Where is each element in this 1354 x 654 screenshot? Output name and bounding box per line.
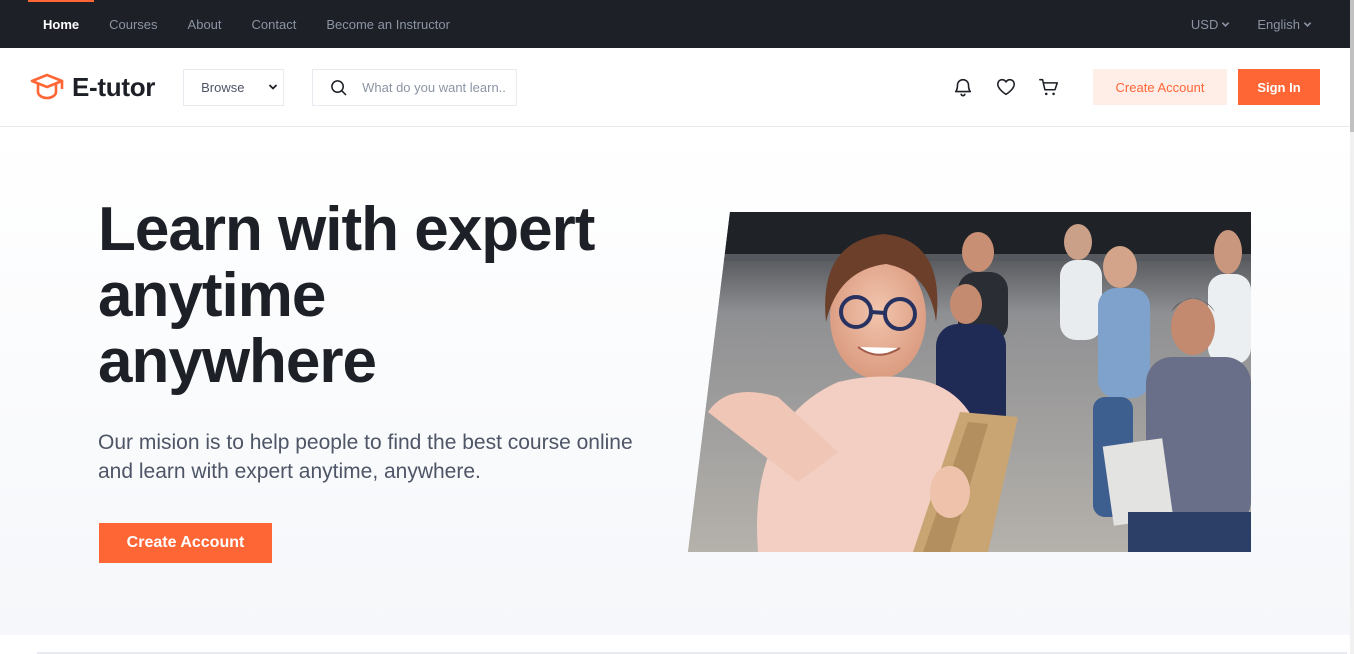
hero-title-line: anywhere: [98, 327, 377, 396]
logo-text: E-tutor: [72, 71, 156, 102]
search-box: [312, 68, 518, 106]
search-input[interactable]: [362, 79, 508, 95]
chevron-down-icon: [1222, 21, 1230, 27]
hero-create-account-button[interactable]: Create Account: [99, 523, 272, 563]
hero-title: Learn with expert anytime anywhere: [98, 197, 658, 395]
hero-subtitle: Our mision is to help people to find the…: [98, 431, 633, 483]
page-scrollbar[interactable]: [1350, 0, 1354, 654]
chevron-down-icon: [268, 84, 278, 90]
hero-title-line: Learn with expert: [98, 195, 595, 264]
language-dropdown[interactable]: English: [1257, 17, 1312, 32]
language-label: English: [1257, 16, 1300, 32]
main-header: E-tutor Browse What do you want learn...…: [0, 48, 1350, 127]
notifications-button[interactable]: [952, 76, 974, 98]
heart-icon: [996, 78, 1016, 96]
top-nav-about[interactable]: About: [173, 0, 237, 48]
cart-button[interactable]: [1038, 76, 1060, 98]
currency-label: USD: [1190, 16, 1219, 32]
hero-image: [688, 212, 1251, 552]
browse-label: Browse: [201, 79, 245, 95]
currency-dropdown[interactable]: USD: [1191, 17, 1230, 32]
scrollbar-thumb[interactable]: [1350, 0, 1354, 132]
cart-icon: [1039, 78, 1059, 96]
top-nav-courses[interactable]: Courses: [94, 0, 172, 48]
search-icon: [331, 79, 347, 95]
browse-select[interactable]: Browse: [183, 68, 285, 106]
top-nav-contact[interactable]: Contact: [237, 0, 312, 48]
top-nav: Home Courses About Contact Become an Ins…: [28, 0, 465, 48]
top-nav-become-instructor[interactable]: Become an Instructor: [311, 0, 465, 48]
header-actions: Create Account Sign In: [952, 69, 1320, 105]
top-right-controls: USD English: [1191, 17, 1312, 32]
create-account-button[interactable]: Create Account: [1093, 69, 1227, 105]
hero-section: Learn with expert anytime anywhere Our m…: [0, 127, 1350, 635]
chevron-down-icon: [1303, 21, 1312, 27]
sign-in-button[interactable]: Sign In: [1238, 69, 1320, 105]
graduation-cap-icon: [30, 73, 64, 100]
bell-icon: [954, 78, 972, 97]
top-bar: Home Courses About Contact Become an Ins…: [0, 0, 1350, 48]
classroom-photo: [688, 212, 1251, 552]
wishlist-button[interactable]: [995, 76, 1017, 98]
logo[interactable]: E-tutor: [30, 72, 155, 103]
hero-title-line: anytime: [98, 261, 326, 330]
top-nav-home[interactable]: Home: [28, 0, 95, 48]
